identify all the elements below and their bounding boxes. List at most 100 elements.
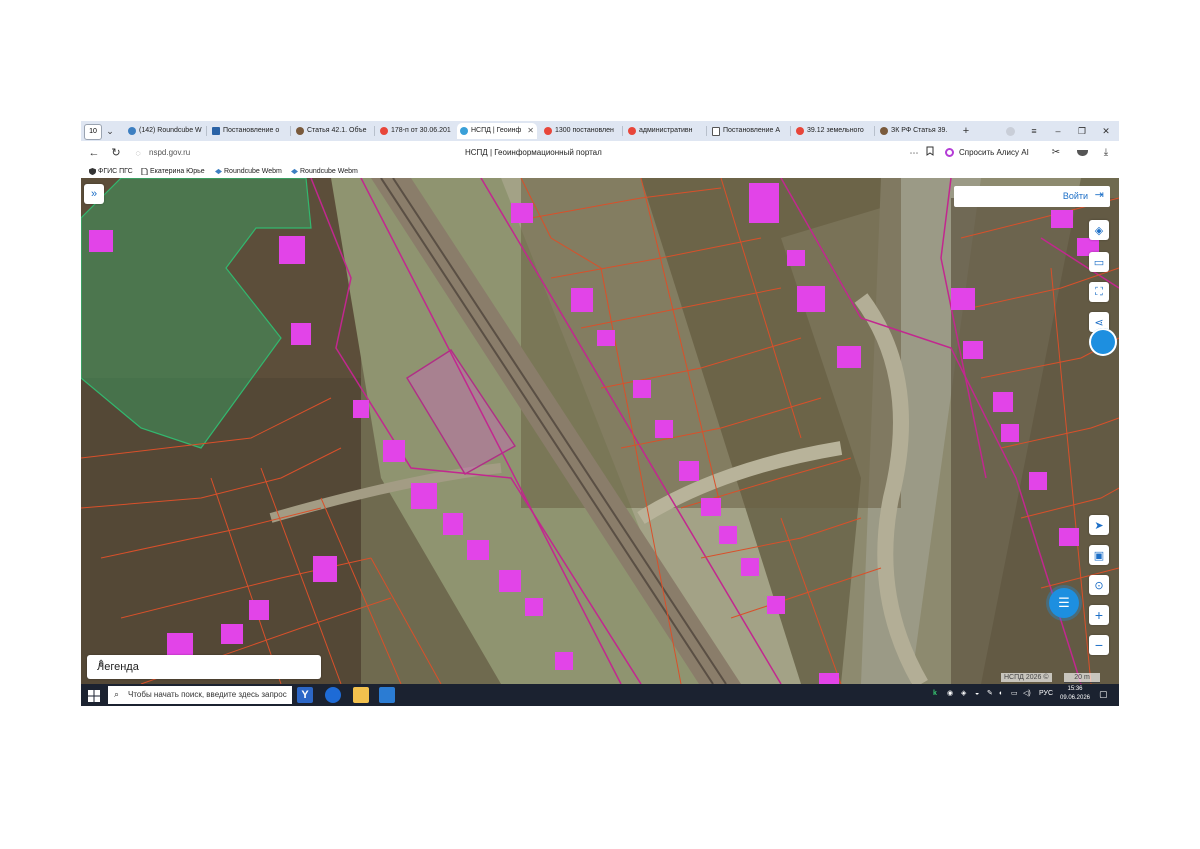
bookmark-label: Roundcube Webm — [224, 168, 282, 175]
document-icon — [712, 127, 720, 136]
page-title: НСПД | Геоинформационный портал — [465, 148, 602, 157]
roundcube-icon — [291, 168, 298, 175]
alice-icon — [945, 148, 954, 157]
layers-button[interactable]: ◈ — [1089, 220, 1109, 240]
roundcube-icon — [215, 168, 222, 175]
profile-icon[interactable] — [1003, 123, 1017, 139]
tray-icon[interactable]: ✎ — [987, 689, 993, 699]
tab-postanovlenie-a[interactable]: Постановление А — [709, 123, 787, 139]
tab-label: 178-п от 30.06.201 — [391, 127, 451, 134]
kaspersky-icon[interactable]: k — [933, 689, 937, 699]
tray-icon[interactable]: ◐ — [999, 689, 1003, 699]
windows-start-icon[interactable] — [88, 689, 100, 702]
tray-icon[interactable]: ◒ — [975, 689, 979, 699]
minimap-button[interactable]: ▣ — [1089, 545, 1109, 565]
ask-alice-button[interactable]: Спросить Алису AI — [945, 146, 1029, 160]
back-arrow-icon[interactable]: ← — [87, 145, 101, 161]
legend-panel[interactable]: Легенда ⇕ — [87, 655, 321, 679]
restore-button[interactable]: ❐ — [1075, 123, 1089, 139]
ruler-icon: ▭ — [1093, 256, 1105, 269]
address-bar: ← ↻ ◌ nspd.gov.ru НСПД | Геоинформационн… — [81, 141, 1119, 165]
nspd-icon — [460, 127, 468, 135]
minimize-button[interactable]: – — [1051, 123, 1065, 139]
consultant-icon — [296, 127, 304, 135]
tab-strip: 10 ⌄ (142) Roundcube W Постановление о С… — [81, 121, 1119, 141]
alice-label: Спросить Алису AI — [959, 148, 1029, 157]
close-tab-icon[interactable]: ✕ — [527, 123, 534, 139]
search-icon: ⌕ — [114, 689, 120, 699]
clock[interactable]: 15:36 09.06.2026 — [1057, 685, 1093, 703]
windows-taskbar: ⌕ Чтобы начать поиск, введите здесь запр… — [81, 684, 1119, 706]
layers-icon: ◈ — [1094, 224, 1104, 237]
file-explorer-icon[interactable] — [353, 687, 369, 703]
login-arrow-icon: ⇥ — [1094, 189, 1104, 201]
menu-button[interactable]: ≡ — [1027, 123, 1041, 139]
tab-nspd-active[interactable]: НСПД | Геоинф ✕ — [457, 123, 537, 139]
bookmark-roundcube-2[interactable]: Roundcube Webm — [291, 166, 358, 177]
yandex-icon — [380, 127, 388, 135]
bookmark-label: ФГИС ПГС — [98, 168, 133, 175]
map-view[interactable]: » Войти ⇥ ◈ ▭ ⛶ ⋖ ➤ ▣ ⊙ + − ☰ Легенда ⇕ … — [81, 178, 1119, 684]
tab-list-chevron-icon[interactable]: ⌄ — [103, 123, 117, 139]
double-chevron-icon: » — [90, 188, 98, 200]
expand-panel-button[interactable]: » — [84, 184, 104, 204]
tab-roundcube[interactable]: (142) Roundcube W — [125, 123, 203, 139]
ruler-button[interactable]: ▭ — [1089, 252, 1109, 272]
site-info-icon[interactable]: ◌ — [131, 145, 145, 161]
protect-icon[interactable] — [1075, 145, 1089, 161]
new-tab-button[interactable]: + — [959, 123, 973, 139]
tab-postanovlenie[interactable]: Постановление о — [209, 123, 287, 139]
bookmarks-bar: ФГИС ПГС Екатерина Юрье Roundcube Webm R… — [81, 165, 1119, 178]
zoom-in-button[interactable]: + — [1089, 605, 1109, 625]
tab-statya-42[interactable]: Статья 42.1. Объе — [293, 123, 371, 139]
pin-icon: ⊙ — [1094, 579, 1104, 592]
close-window-button[interactable]: ✕ — [1099, 123, 1113, 139]
tab-39-12[interactable]: 39.12 земельного — [793, 123, 871, 139]
tab-counter[interactable]: 10 — [84, 124, 102, 140]
extension-icon[interactable]: ✂ — [1049, 145, 1063, 161]
url-field[interactable]: nspd.gov.ru — [149, 147, 190, 159]
language-indicator[interactable]: РУС — [1039, 689, 1053, 699]
login-button[interactable]: Войти ⇥ — [954, 186, 1110, 207]
bookmark-roundcube-1[interactable]: Roundcube Webm — [215, 166, 282, 177]
tab-1300[interactable]: 1300 постановлен — [541, 123, 619, 139]
tab-label: Постановление о — [223, 127, 280, 134]
download-icon[interactable]: ⤓ — [1099, 145, 1113, 161]
tab-zk-rf[interactable]: ЗК РФ Статья 39. — [877, 123, 955, 139]
bookmark-icon[interactable] — [923, 145, 937, 161]
place-pin-button[interactable]: ⊙ — [1089, 575, 1109, 595]
select-area-icon: ⛶ — [1095, 285, 1103, 298]
notifications-icon[interactable]: ▢ — [1099, 689, 1108, 699]
chat-icon: ☰ — [1058, 595, 1070, 610]
browser-window: 10 ⌄ (142) Roundcube W Постановление о С… — [81, 121, 1119, 706]
tab-label: ЗК РФ Статья 39. — [891, 127, 948, 134]
taskbar-search[interactable]: ⌕ Чтобы начать поиск, введите здесь запр… — [108, 686, 292, 704]
zoom-out-button[interactable]: − — [1089, 635, 1109, 655]
tray-icon[interactable]: ◉ — [947, 689, 953, 699]
assistant-widget-icon[interactable] — [1089, 328, 1117, 356]
scale-bar: 20 m — [1064, 673, 1100, 683]
tab-178p[interactable]: 178-п от 30.06.201 — [377, 123, 455, 139]
more-options-icon[interactable]: ⋯ — [907, 145, 921, 161]
satellite-map[interactable] — [81, 178, 1119, 684]
chat-button[interactable]: ☰ — [1049, 588, 1079, 618]
network-icon[interactable]: ▭ — [1011, 689, 1018, 699]
navigation-arrow-icon: ➤ — [1094, 519, 1104, 532]
minus-icon: − — [1094, 637, 1104, 653]
search-placeholder: Чтобы начать поиск, введите здесь запрос — [128, 690, 287, 699]
tab-administrativ[interactable]: административн — [625, 123, 703, 139]
app-icon[interactable] — [325, 687, 341, 703]
tab-label: Постановление А — [723, 127, 781, 134]
shield-icon — [89, 168, 96, 175]
bookmark-fgis-pgs[interactable]: ФГИС ПГС — [89, 166, 133, 177]
volume-icon[interactable]: ◁) — [1023, 689, 1031, 699]
yandex-browser-icon[interactable]: Y — [297, 687, 313, 703]
expand-legend-icon: ⇕ — [97, 659, 106, 670]
reload-icon[interactable]: ↻ — [109, 145, 123, 161]
word-icon[interactable] — [379, 687, 395, 703]
tray-icon[interactable]: ◈ — [961, 689, 966, 699]
locate-button[interactable]: ➤ — [1089, 515, 1109, 535]
select-area-button[interactable]: ⛶ — [1089, 282, 1109, 302]
bookmark-ekaterina[interactable]: Екатерина Юрье — [141, 166, 205, 177]
share-icon: ⋖ — [1094, 316, 1104, 329]
